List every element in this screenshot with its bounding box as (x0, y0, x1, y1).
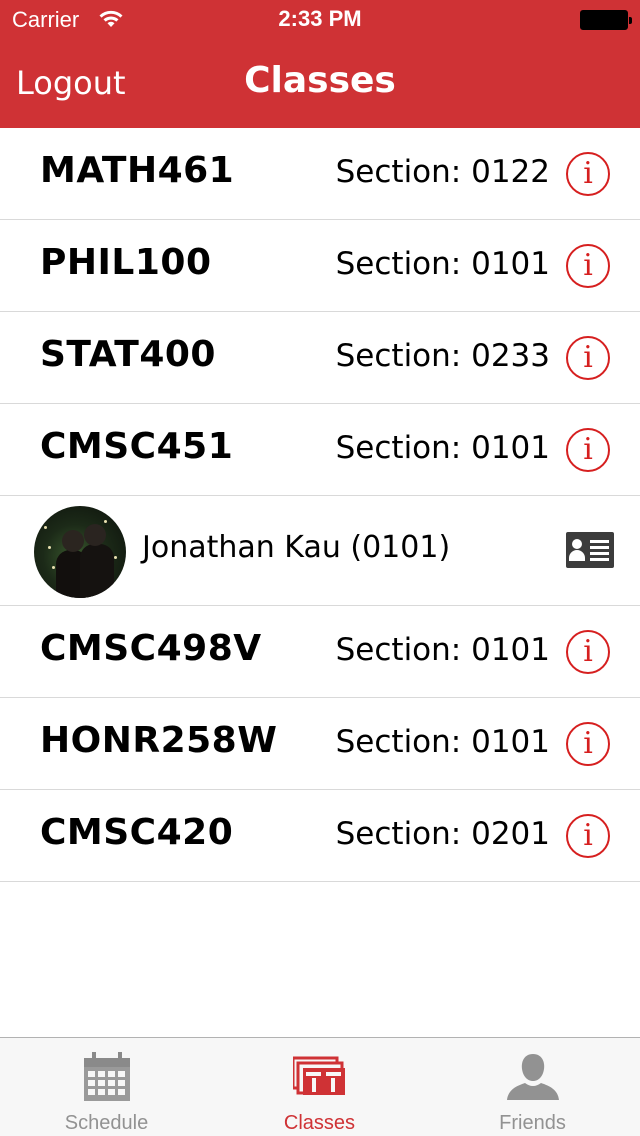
section-label: Section: 0201 (335, 816, 550, 852)
course-code: MATH461 (40, 150, 235, 191)
friend-name: Jonathan Kau (0101) (142, 530, 451, 565)
contact-card-icon[interactable] (566, 532, 614, 568)
avatar (34, 506, 126, 598)
tab-label: Friends (499, 1112, 566, 1134)
classes-list: MATH461 Section: 0122 i PHIL100 Section:… (0, 128, 640, 882)
course-code: STAT400 (40, 334, 216, 375)
class-row[interactable]: HONR258W Section: 0101 i (0, 698, 640, 790)
tab-bar: Schedule Classes Friends (0, 1037, 640, 1136)
class-row[interactable]: CMSC451 Section: 0101 i (0, 404, 640, 496)
section-label: Section: 0122 (335, 154, 550, 190)
info-icon[interactable]: i (566, 428, 610, 472)
course-code: CMSC451 (40, 426, 234, 467)
status-bar: Carrier 2:33 PM (0, 0, 640, 40)
info-icon[interactable]: i (566, 336, 610, 380)
page-title: Classes (244, 60, 396, 101)
navigation-header: Carrier 2:33 PM Logout Classes (0, 0, 640, 128)
calendar-icon (83, 1052, 130, 1101)
section-label: Section: 0101 (335, 430, 550, 466)
battery-icon (580, 10, 632, 30)
tab-label: Classes (283, 1112, 356, 1134)
class-row[interactable]: CMSC420 Section: 0201 i (0, 790, 640, 882)
info-icon[interactable]: i (566, 814, 610, 858)
course-code: PHIL100 (40, 242, 212, 283)
person-icon (506, 1054, 559, 1100)
friend-row[interactable]: Jonathan Kau (0101) (0, 496, 640, 606)
section-label: Section: 0101 (335, 632, 550, 668)
tab-label: Schedule (64, 1112, 149, 1134)
course-code: HONR258W (40, 720, 278, 761)
class-row[interactable]: CMSC498V Section: 0101 i (0, 606, 640, 698)
info-icon[interactable]: i (566, 722, 610, 766)
info-icon[interactable]: i (566, 152, 610, 196)
section-label: Section: 0101 (335, 246, 550, 282)
course-code: CMSC420 (40, 812, 234, 853)
course-code: CMSC498V (40, 628, 262, 669)
status-time: 2:33 PM (278, 6, 362, 31)
info-icon[interactable]: i (566, 630, 610, 674)
tab-friends[interactable]: Friends (426, 1038, 639, 1136)
info-icon[interactable]: i (566, 244, 610, 288)
section-label: Section: 0101 (335, 724, 550, 760)
tab-classes[interactable]: Classes (213, 1038, 426, 1136)
class-row[interactable]: PHIL100 Section: 0101 i (0, 220, 640, 312)
class-row[interactable]: STAT400 Section: 0233 i (0, 312, 640, 404)
classes-stack-icon (292, 1056, 345, 1095)
class-row[interactable]: MATH461 Section: 0122 i (0, 128, 640, 220)
tab-schedule[interactable]: Schedule (0, 1038, 213, 1136)
section-label: Section: 0233 (335, 338, 550, 374)
